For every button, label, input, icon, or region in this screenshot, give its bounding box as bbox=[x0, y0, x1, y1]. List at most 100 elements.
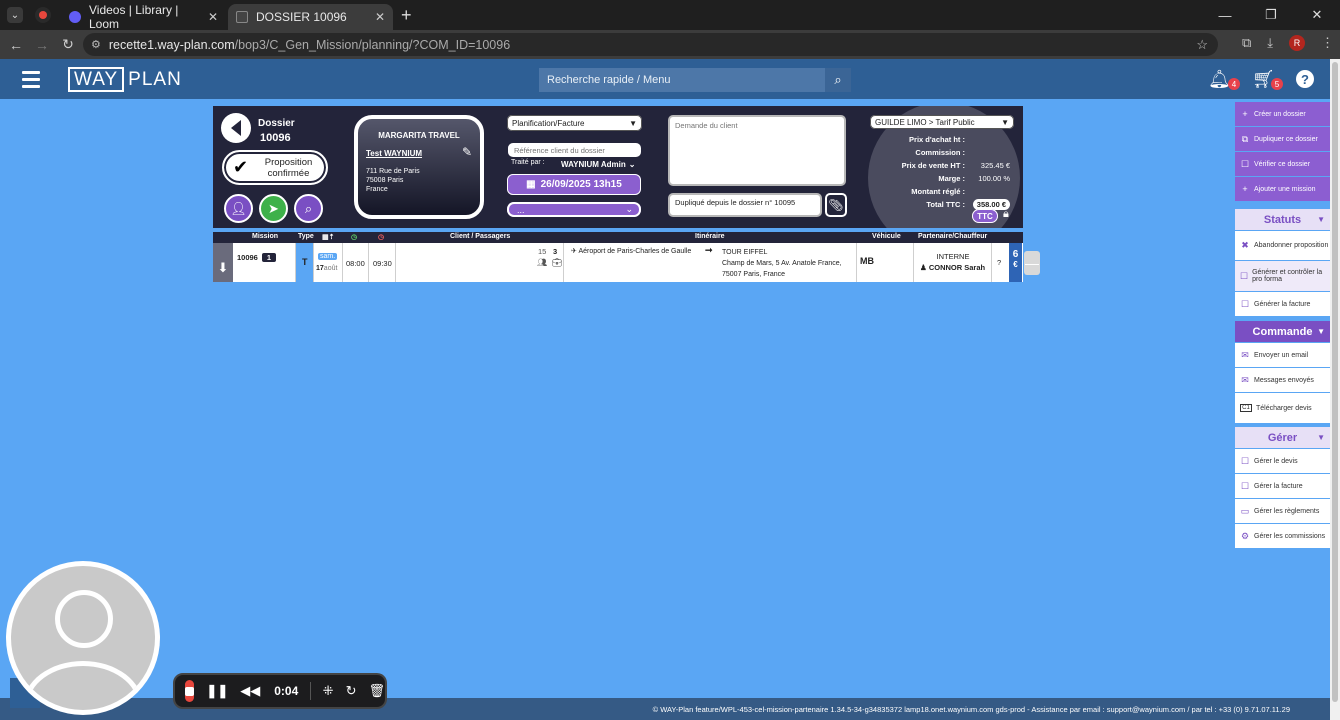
col-partner: Partenaire/Chauffeur bbox=[918, 233, 988, 240]
duplicate-dossier-button[interactable]: ⧉ Dupliquer ce dossier bbox=[1235, 127, 1330, 151]
chevron-down-icon: ▼ bbox=[1317, 433, 1325, 442]
close-tab-icon[interactable]: ✕ bbox=[208, 10, 218, 24]
duplicate-note[interactable]: Dupliqué depuis le dossier n° 10095 bbox=[668, 193, 822, 217]
sent-messages-button[interactable]: ✉ Messages envoyés bbox=[1235, 368, 1330, 392]
tab-dossier[interactable]: DOSSIER 10096 ✕ bbox=[228, 4, 393, 30]
loom-favicon-icon bbox=[69, 11, 81, 23]
collapse-button[interactable]: — bbox=[1024, 251, 1040, 275]
action-label: Générer la facture bbox=[1254, 300, 1311, 308]
stop-recording-button[interactable] bbox=[185, 680, 195, 702]
action-label: Générer et contrôler la pro forma bbox=[1252, 269, 1323, 283]
manage-payments-button[interactable]: ▭ Gérer les règlements bbox=[1235, 499, 1330, 523]
itinerary-cell: ✈ Aéroport de Paris-Charles de Gaulle ➞ … bbox=[564, 243, 857, 282]
down-arrow-icon[interactable]: ⬇ bbox=[213, 243, 233, 282]
manage-invoice-button[interactable]: ☐ Gérer la facture bbox=[1235, 474, 1330, 498]
minimize-icon[interactable]: — bbox=[1202, 8, 1248, 23]
site-info-icon[interactable]: ⚙ bbox=[91, 38, 101, 51]
send-email-button[interactable]: ✉ Envoyer un email bbox=[1235, 343, 1330, 367]
close-icon: ✖ bbox=[1241, 240, 1249, 250]
commande-section-header[interactable]: Commande ▼ bbox=[1235, 321, 1330, 342]
zoom-search-icon[interactable]: ⌕ bbox=[294, 194, 323, 223]
pause-icon[interactable]: ❚❚ bbox=[206, 683, 228, 699]
verify-dossier-button[interactable]: ☐ Vérifier ce dossier bbox=[1235, 152, 1330, 176]
hamburger-menu-icon[interactable] bbox=[22, 71, 40, 92]
url-host: recette1.way-plan.com bbox=[108, 37, 235, 52]
action-label: Messages envoyés bbox=[1254, 376, 1314, 384]
sort-calendar-icon[interactable]: ▦⇡ bbox=[322, 233, 334, 241]
start-time-icon: ◷ bbox=[351, 234, 358, 241]
download-quote-button[interactable]: C1 Télécharger devis bbox=[1235, 393, 1330, 423]
extensions-icon[interactable]: ⧉ bbox=[1242, 35, 1251, 51]
copy-icon: ⧉ bbox=[1241, 133, 1249, 144]
grid-icon[interactable]: ⁜ bbox=[323, 683, 334, 699]
status-button[interactable]: ✔ Proposition confirmée bbox=[222, 150, 328, 185]
manage-commissions-button[interactable]: ⚙ Gérer les commissions bbox=[1235, 524, 1330, 548]
tarif-select[interactable]: GUILDE LIMO > Tarif Public ▼ bbox=[870, 115, 1014, 129]
action-label: Télécharger devis bbox=[1256, 404, 1312, 412]
scrollbar-thumb[interactable] bbox=[1332, 62, 1338, 702]
cursor-icon[interactable]: ➤ bbox=[259, 194, 288, 223]
side-count-value: 6 bbox=[1012, 249, 1019, 260]
search-icon[interactable]: ⌕ bbox=[825, 68, 851, 92]
user-icon[interactable]: 👤︎ bbox=[224, 194, 253, 223]
date-button[interactable]: ▦ 26/09/2025 13h15 bbox=[507, 174, 641, 195]
notification-badge: 4 bbox=[1228, 78, 1240, 90]
back-arrow-icon[interactable] bbox=[221, 113, 251, 143]
paperclip-icon[interactable]: 📎︎ bbox=[825, 193, 847, 217]
extra-cell: ? bbox=[992, 243, 1009, 282]
generate-invoice-button[interactable]: ☐ Générer la facture bbox=[1235, 292, 1330, 316]
close-window-icon[interactable]: ✕ bbox=[1294, 7, 1340, 23]
calendar-icon: ▦ bbox=[526, 179, 536, 190]
restart-icon[interactable]: ↻ bbox=[346, 683, 357, 699]
new-tab-button[interactable]: + bbox=[401, 5, 412, 26]
driver-name[interactable]: CONNOR Sarah bbox=[929, 263, 985, 272]
planning-type-select[interactable]: Planification/Facture ▼ bbox=[507, 115, 642, 131]
reload-icon[interactable]: ↻ bbox=[55, 36, 81, 53]
forward-icon[interactable]: → bbox=[29, 37, 55, 53]
statuts-section-header[interactable]: Statuts ▼ bbox=[1235, 209, 1330, 230]
loom-camera-bubble[interactable] bbox=[6, 561, 160, 715]
tab-loom[interactable]: Videos | Library | Loom ✕ bbox=[61, 3, 226, 31]
lock-icon[interactable]: 🔒︎ bbox=[1003, 208, 1009, 221]
manage-quote-button[interactable]: ☐ Gérer le devis bbox=[1235, 449, 1330, 473]
client-request-textarea[interactable] bbox=[668, 115, 846, 186]
bookmark-star-icon[interactable]: ☆ bbox=[1196, 37, 1208, 53]
end-time-icon: ◷ bbox=[378, 234, 385, 241]
tab-search-button[interactable]: ⌄ bbox=[7, 7, 23, 23]
add-mission-button[interactable]: + Ajouter une mission bbox=[1235, 177, 1330, 201]
profile-avatar[interactable]: R bbox=[1289, 35, 1305, 51]
table-row[interactable]: ⬇ 10096 1 T sam. 17août 08:00 09:30 15 3 … bbox=[213, 243, 1023, 282]
ttc-toggle-button[interactable]: TTC bbox=[972, 209, 998, 223]
gerer-section-header[interactable]: Gérer ▼ bbox=[1235, 427, 1330, 448]
trash-icon[interactable]: 🗑︎ bbox=[368, 683, 385, 699]
abandon-proposal-button[interactable]: ✖ Abandonner proposition bbox=[1235, 231, 1330, 260]
document-icon: ☐ bbox=[1240, 455, 1250, 466]
handled-by-select[interactable]: WAYNIUM Admin ⌄ bbox=[561, 157, 641, 171]
bell-icon[interactable]: 🔔︎ bbox=[1208, 69, 1231, 90]
recording-tab-icon[interactable] bbox=[35, 7, 51, 23]
browser-menu-icon[interactable]: ⋮ bbox=[1321, 35, 1334, 51]
rewind-icon[interactable]: ◀◀ bbox=[240, 683, 260, 699]
create-dossier-button[interactable]: + Créer un dossier bbox=[1235, 102, 1330, 126]
chevron-down-icon: ▼ bbox=[629, 118, 637, 128]
mission-side-count[interactable]: 6 € bbox=[1009, 243, 1022, 282]
wayplan-logo[interactable]: WAY PLAN bbox=[68, 67, 182, 92]
client-user-link[interactable]: Test WAYNIUM bbox=[366, 149, 422, 158]
quick-search-input[interactable] bbox=[539, 74, 825, 86]
client-reference-input[interactable] bbox=[508, 143, 641, 157]
url-field[interactable]: ⚙ recette1.way-plan.com/bop3/C_Gen_Missi… bbox=[83, 33, 1218, 56]
extra-select[interactable]: ... ⌄ bbox=[507, 202, 641, 217]
downloads-icon[interactable]: ⤓ bbox=[1267, 35, 1273, 51]
generate-proforma-button[interactable]: ☐ Générer et contrôler la pro forma bbox=[1235, 261, 1330, 291]
section-title: Gérer bbox=[1267, 431, 1298, 444]
close-tab-icon[interactable]: ✕ bbox=[375, 10, 385, 24]
plus-icon: + bbox=[1242, 184, 1248, 194]
back-icon[interactable]: ← bbox=[3, 37, 29, 53]
checkmark-icon: ✔ bbox=[233, 157, 249, 177]
restore-icon[interactable]: ❐ bbox=[1248, 7, 1294, 23]
help-icon[interactable]: ? bbox=[1296, 70, 1314, 88]
mission-number[interactable]: 10096 bbox=[237, 253, 258, 262]
edit-pencil-icon[interactable]: ✎ bbox=[462, 145, 472, 159]
logo-text: PLAN bbox=[128, 68, 182, 90]
vehicle-cell: MB bbox=[857, 243, 914, 282]
